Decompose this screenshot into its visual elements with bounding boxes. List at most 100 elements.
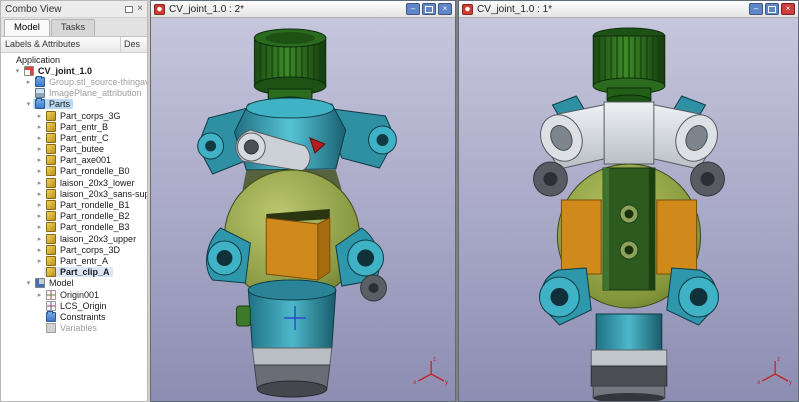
part-icon	[46, 111, 56, 121]
chevron-right-icon[interactable]: ▸	[35, 257, 44, 265]
combo-view-panel: Combo View × Model Tasks Labels & Attrib…	[0, 0, 148, 402]
chevron-right-icon[interactable]: ▸	[35, 190, 44, 198]
tree-item-Part_corps_3G[interactable]: ▸Part_corps_3G	[1, 110, 147, 121]
tree-item-CV_joint_1.0[interactable]: ▾CV_joint_1.0	[1, 65, 147, 76]
image-icon	[35, 88, 45, 98]
chevron-right-icon[interactable]: ▸	[35, 223, 44, 231]
minimize-button[interactable]: –	[406, 3, 420, 15]
tree-item-label: Variables	[59, 323, 98, 333]
tree-item-Part_rondelle_B0[interactable]: ▸Part_rondelle_B0	[1, 166, 147, 177]
column-labels-attributes: Labels & Attributes	[1, 37, 121, 52]
chevron-right-icon[interactable]: ▸	[35, 179, 44, 187]
tree-item-Part_axe001[interactable]: ▸ Part_axe001	[1, 155, 147, 166]
viewport-1-body: z x y	[459, 18, 798, 401]
part-icon	[46, 245, 56, 255]
part-icon	[46, 178, 56, 188]
chevron-down-icon[interactable]: ▾	[24, 100, 33, 108]
tree-item-label: ImagePlane_attribution	[48, 88, 143, 98]
chevron-right-icon[interactable]: ▸	[35, 156, 44, 164]
tree-column-headers: Labels & Attributes Des	[1, 37, 147, 53]
chevron-down-icon[interactable]: ▾	[13, 67, 22, 75]
tree-item-Part_entr_B[interactable]: ▸Part_entr_B	[1, 121, 147, 132]
tree-item-Application[interactable]: Application	[1, 54, 147, 65]
tab-model[interactable]: Model	[4, 19, 50, 36]
chevron-right-icon[interactable]: ▸	[35, 212, 44, 220]
tree-item-ImagePlane_attribution[interactable]: ImagePlane_attribution	[1, 88, 147, 99]
3d-viewport-canvas-front[interactable]: z x y	[459, 18, 798, 401]
tree-item-Constraints[interactable]: Constraints	[1, 311, 147, 322]
tree-item-label: Part_axe001	[59, 155, 112, 165]
tree-item-label: Part_butee	[59, 144, 105, 154]
minimize-button[interactable]: –	[749, 3, 763, 15]
maximize-button[interactable]	[765, 3, 779, 15]
maximize-button[interactable]	[422, 3, 436, 15]
axis-triad-icon: z x y	[413, 357, 448, 386]
tree-item-Variables[interactable]: Variables	[1, 323, 147, 334]
viewport-2-title: CV_joint_1.0 : 2*	[169, 4, 402, 15]
chevron-right-icon[interactable]: ▸	[35, 134, 44, 142]
tree-item-Part_rondelle_B3[interactable]: ▸Part_rondelle_B3	[1, 222, 147, 233]
tree-item-Origin001[interactable]: ▸Origin001	[1, 289, 147, 300]
viewport-2-titlebar[interactable]: CV_joint_1.0 : 2* – ×	[151, 1, 455, 18]
chevron-right-icon[interactable]: ▸	[35, 112, 44, 120]
undock-icon[interactable]	[125, 6, 133, 13]
tree-item-laison_20x3_upper[interactable]: ▸laison_20x3_upper	[1, 233, 147, 244]
viewport-1-titlebar[interactable]: CV_joint_1.0 : 1* – ×	[459, 1, 798, 18]
tree-item-laison_20x3_lower[interactable]: ▸ laison_20x3_lower	[1, 177, 147, 188]
window-buttons: – ×	[749, 3, 795, 15]
tree-item-LCS_Origin[interactable]: LCS_Origin	[1, 300, 147, 311]
tree-item-Part_entr_A[interactable]: ▸Part_entr_A	[1, 255, 147, 266]
tab-tasks[interactable]: Tasks	[51, 19, 95, 36]
axis-triad-icon: z x y	[757, 357, 792, 386]
chevron-right-icon[interactable]: ▸	[35, 291, 44, 299]
close-button[interactable]: ×	[781, 3, 795, 15]
svg-text:x: x	[413, 380, 416, 386]
part-icon	[46, 200, 56, 210]
tree-item-laison_20x3_sans-support[interactable]: ▸ laison_20x3_sans-support	[1, 188, 147, 199]
chevron-right-icon[interactable]: ▸	[35, 246, 44, 254]
part-icon	[46, 267, 56, 277]
svg-text:z: z	[777, 357, 780, 363]
chevron-right-icon[interactable]: ▸	[35, 201, 44, 209]
tree-item-Part_clip_A[interactable]: Part_clip_A	[1, 267, 147, 278]
chevron-right-icon[interactable]: ▸	[35, 145, 44, 153]
tree-item-Model[interactable]: ▾ Model	[1, 278, 147, 289]
panel-title: Combo View	[5, 4, 62, 15]
chevron-right-icon[interactable]: ▸	[35, 235, 44, 243]
tree-item-Part_entr_C[interactable]: ▸Part_entr_C	[1, 132, 147, 143]
part-icon	[46, 256, 56, 266]
tree-item-Part_corps_3D[interactable]: ▸Part_corps_3D	[1, 244, 147, 255]
model-icon	[35, 278, 45, 288]
part-icon	[46, 155, 56, 165]
model-tree: Application▾CV_joint_1.0▸Group.stl_sourc…	[1, 53, 147, 401]
tree-item-Group.stl_source-thingaverse[interactable]: ▸Group.stl_source-thingaverse	[1, 76, 147, 87]
window-buttons: – ×	[406, 3, 452, 15]
chevron-right-icon[interactable]: ▸	[35, 123, 44, 131]
viewport-window-1: CV_joint_1.0 : 1* – ×	[458, 0, 799, 402]
tree-item-label: laison_20x3_sans-support	[59, 189, 147, 199]
lcs-icon	[46, 301, 56, 311]
combo-view-tabs: Model Tasks	[1, 18, 147, 37]
chevron-right-icon[interactable]: ▸	[24, 78, 33, 86]
tree-item-label: Model	[48, 278, 75, 288]
part-icon	[46, 122, 56, 132]
viewport-2-body: z x y	[151, 18, 455, 401]
viewport-1-title: CV_joint_1.0 : 1*	[477, 4, 745, 15]
tree-item-Part_butee[interactable]: ▸ Part_butee	[1, 144, 147, 155]
3d-viewport-canvas-iso[interactable]: z x y	[151, 18, 455, 401]
part-icon	[46, 189, 56, 199]
tree-item-Part_rondelle_B1[interactable]: ▸Part_rondelle_B1	[1, 199, 147, 210]
freecad-doc-icon	[462, 4, 473, 15]
doc-icon	[24, 66, 34, 76]
tree-item-label: laison_20x3_lower	[59, 178, 136, 188]
iso-model	[198, 29, 397, 397]
tree-item-Parts[interactable]: ▾Parts	[1, 99, 147, 110]
chevron-right-icon[interactable]: ▸	[35, 167, 44, 175]
part-icon	[46, 144, 56, 154]
tree-item-Part_rondelle_B2[interactable]: ▸ Part_rondelle_B2	[1, 211, 147, 222]
chevron-down-icon[interactable]: ▾	[24, 279, 33, 287]
folder-icon	[35, 77, 45, 87]
tree-item-label: Part_rondelle_B2	[59, 211, 131, 221]
close-button[interactable]: ×	[438, 3, 452, 15]
close-icon[interactable]: ×	[137, 4, 143, 14]
